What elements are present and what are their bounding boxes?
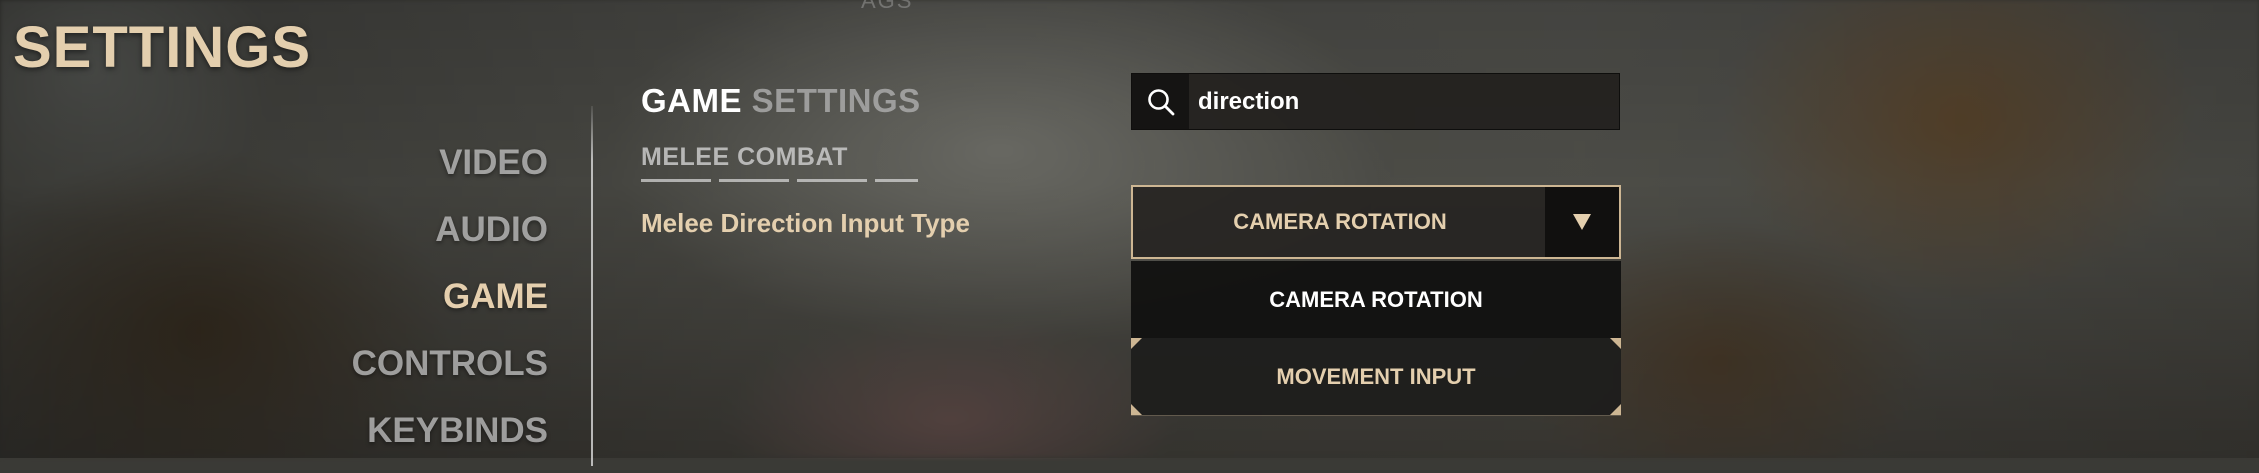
- dropdown-options-list: CAMERA ROTATION MOVEMENT INPUT: [1131, 261, 1621, 416]
- nav-item-keybinds[interactable]: KEYBINDS: [352, 406, 548, 473]
- section-title-secondary: SETTINGS: [751, 82, 921, 119]
- category-heading: MELEE COMBAT: [641, 143, 848, 171]
- setting-label-melee-direction: Melee Direction Input Type: [641, 208, 970, 238]
- triangle-down-icon: [1573, 214, 1591, 230]
- corner-ornament: [1610, 404, 1621, 415]
- nav-item-game[interactable]: GAME: [352, 272, 548, 339]
- nav-item-video[interactable]: VIDEO: [352, 138, 548, 205]
- faint-top-text: AGS: [861, 0, 914, 13]
- dropdown-toggle-button[interactable]: [1545, 187, 1619, 257]
- dropdown-option-label: MOVEMENT INPUT: [1276, 364, 1476, 389]
- dropdown-option-movement-input[interactable]: MOVEMENT INPUT: [1131, 338, 1621, 416]
- dropdown-option-camera-rotation[interactable]: CAMERA ROTATION: [1131, 261, 1621, 338]
- page-title: SETTINGS: [13, 15, 312, 80]
- corner-ornament: [1610, 338, 1621, 349]
- search-icon[interactable]: [1132, 74, 1189, 129]
- background-dim-overlay: [0, 0, 2259, 458]
- search-box[interactable]: [1131, 73, 1620, 130]
- section-title: GAME SETTINGS: [641, 82, 921, 120]
- section-title-primary: GAME: [641, 82, 742, 119]
- nav-item-audio[interactable]: AUDIO: [352, 205, 548, 272]
- dropdown-current-value: CAMERA ROTATION: [1233, 209, 1447, 234]
- corner-ornament: [1131, 338, 1142, 349]
- corner-ornament: [1131, 404, 1142, 415]
- settings-category-nav: VIDEO AUDIO GAME CONTROLS KEYBINDS: [352, 138, 548, 473]
- category-heading-underline: [641, 179, 918, 182]
- search-input[interactable]: [1198, 74, 1608, 129]
- nav-divider: [591, 106, 593, 466]
- nav-item-controls[interactable]: CONTROLS: [352, 339, 548, 406]
- melee-direction-dropdown[interactable]: CAMERA ROTATION: [1131, 185, 1621, 259]
